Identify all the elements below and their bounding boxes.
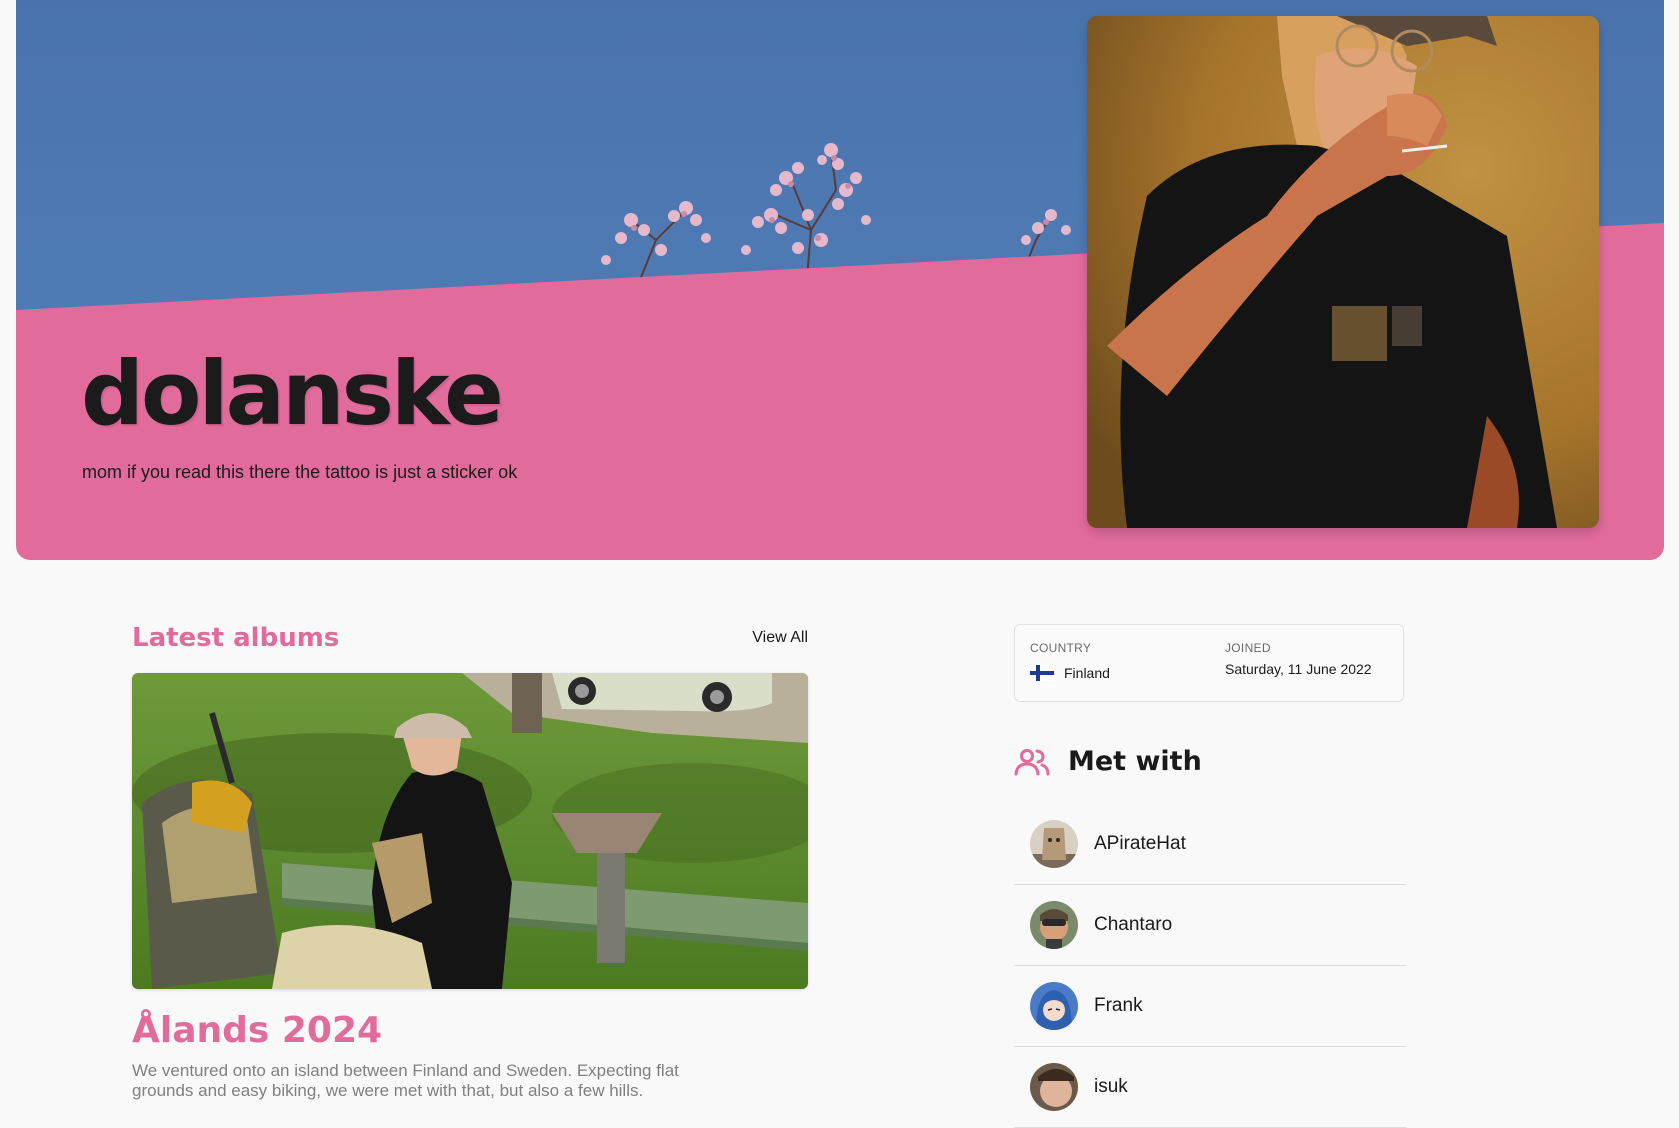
- profile-banner: dolanske mom if you read this there the …: [16, 0, 1664, 560]
- joined-value: Saturday, 11 June 2022: [1225, 661, 1372, 677]
- album-title[interactable]: Ålands 2024: [132, 1011, 808, 1051]
- albums-header: Latest albums View All: [132, 620, 808, 656]
- country-field: COUNTRY Finland: [1030, 641, 1110, 681]
- avatar: [1030, 1063, 1078, 1111]
- list-item[interactable]: Chantaro: [1014, 885, 1406, 966]
- finland-flag-icon: [1030, 665, 1054, 681]
- view-all-albums-link[interactable]: View All: [752, 629, 808, 647]
- album-description: We ventured onto an island between Finla…: [132, 1060, 679, 1100]
- cherry-blossom-branches: [601, 143, 1071, 290]
- list-item[interactable]: Frank: [1014, 966, 1406, 1047]
- met-with-header: Met with: [1014, 746, 1202, 777]
- joined-label: JOINED: [1225, 641, 1271, 655]
- users-icon: [1014, 748, 1050, 775]
- list-item[interactable]: APirateHat: [1014, 804, 1406, 885]
- country-value: Finland: [1064, 665, 1110, 681]
- list-item[interactable]: isuk: [1014, 1047, 1406, 1128]
- person-name: isuk: [1094, 1076, 1128, 1097]
- person-name: Chantaro: [1094, 914, 1173, 935]
- album-cover-image[interactable]: [132, 673, 808, 989]
- person-name: Frank: [1094, 995, 1143, 1016]
- profile-info-card: COUNTRY Finland JOINED Saturday, 11 June…: [1014, 624, 1404, 702]
- profile-bio: mom if you read this there the tattoo is…: [82, 462, 518, 482]
- profile-photo: [1087, 16, 1599, 528]
- met-with-title: Met with: [1068, 746, 1202, 777]
- latest-albums-title: Latest albums: [132, 623, 340, 653]
- joined-field: JOINED Saturday, 11 June 2022: [1225, 641, 1372, 677]
- profile-username: dolanske: [81, 342, 504, 445]
- avatar: [1030, 901, 1078, 949]
- country-value-row: Finland: [1030, 665, 1110, 681]
- met-with-list: APirateHat Chantaro Frank isuk: [1014, 804, 1406, 1128]
- avatar: [1030, 820, 1078, 868]
- latest-albums-section: Latest albums View All Ålands 2024 We ve…: [132, 620, 808, 1101]
- country-label: COUNTRY: [1030, 641, 1092, 655]
- person-name: APirateHat: [1094, 833, 1186, 854]
- avatar: [1030, 982, 1078, 1030]
